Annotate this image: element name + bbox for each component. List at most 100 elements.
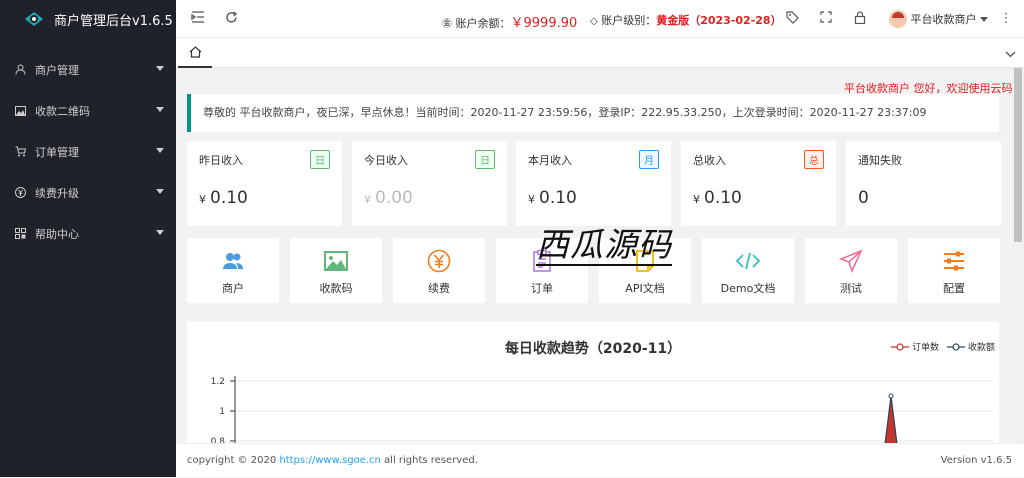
- sidebar-item-qrcode[interactable]: 收款二维码: [0, 90, 176, 131]
- balance-value: ￥9999.90: [510, 16, 578, 31]
- sliders-icon: [944, 251, 964, 271]
- y-tick-label: 1.2: [211, 377, 225, 387]
- more-vertical-icon[interactable]: ⋮: [998, 11, 1014, 27]
- stat-card-month: 本月收入 月 ¥0.10: [516, 141, 671, 226]
- vertical-scrollbar[interactable]: [1012, 68, 1024, 443]
- avatar: [889, 10, 907, 28]
- tab-dropdown-chevron-icon[interactable]: [1005, 47, 1016, 61]
- user-icon: [14, 64, 26, 76]
- menu-collapse-icon[interactable]: [190, 11, 206, 27]
- code-icon: [736, 252, 760, 270]
- main-content: 平台收款商户 您好，欢迎使用云码 尊敬的 平台收款商户，夜已深，早点休息！当前时…: [176, 68, 1012, 443]
- scrollbar-thumb[interactable]: [1014, 68, 1022, 242]
- help-grid-icon: [14, 228, 26, 240]
- user-name: 平台收款商户: [910, 13, 977, 26]
- currency-symbol: ¥: [693, 193, 700, 206]
- card-value: ¥0.10: [199, 188, 248, 208]
- quick-link-label: 配置: [943, 282, 965, 295]
- sidebar-item-label: 续费升级: [35, 186, 79, 200]
- card-amount: 0.10: [704, 188, 742, 208]
- lock-icon[interactable]: [852, 11, 868, 27]
- footer: copyright © 2020 https://www.sgoe.cn all…: [176, 443, 1024, 477]
- footer-link[interactable]: https://www.sgoe.cn: [279, 455, 380, 466]
- quick-link-label: 商户: [222, 282, 244, 295]
- caret-down-icon: [980, 16, 988, 22]
- app-logo[interactable]: 商户管理后台v1.6.5: [0, 0, 176, 38]
- image-icon: [14, 105, 26, 117]
- quick-link-demo-docs[interactable]: Demo文档: [702, 238, 794, 303]
- quick-link-test[interactable]: 测试: [805, 238, 897, 303]
- top-bar: ㊎ 账户余额：￥9999.90 ◇ 账户级别：黄金版（2023-02-28） 平…: [176, 0, 1024, 38]
- quick-link-label: Demo文档: [720, 282, 776, 295]
- quick-link-renew[interactable]: 续费: [393, 238, 485, 303]
- user-menu[interactable]: 平台收款商户: [889, 10, 988, 28]
- data-point[interactable]: [888, 393, 894, 399]
- home-icon: [189, 46, 201, 58]
- stat-card-today: 今日收入 日 ¥0.00: [352, 141, 507, 226]
- sidebar: 商户管理后台v1.6.5 商户管理 收款二维码 订单管理 续费升级 帮助中心: [0, 0, 176, 477]
- sidebar-item-label: 订单管理: [35, 145, 79, 159]
- card-badge: 月: [639, 150, 659, 169]
- card-badge: 日: [475, 150, 495, 169]
- stat-card-total: 总收入 总 ¥0.10: [681, 141, 836, 226]
- sidebar-item-label: 商户管理: [35, 63, 79, 77]
- quick-link-merchant[interactable]: 商户: [187, 238, 279, 303]
- yen-circle-icon: ㊎: [442, 19, 452, 30]
- chevron-down-icon: [156, 189, 164, 194]
- watermark: 西瓜源码: [536, 225, 672, 266]
- currency-symbol: ¥: [199, 193, 206, 206]
- rights-text: all rights reserved.: [380, 455, 478, 466]
- account-level: ◇ 账户级别：黄金版（2023-02-28）: [590, 12, 782, 28]
- tab-bar: [176, 38, 1024, 68]
- card-title: 今日收入: [364, 154, 408, 167]
- card-value: ¥0.00: [364, 188, 413, 208]
- daily-trend-chart: 每日收款趋势（2020-11） 订单数 收款额 1.2 1 0.8: [187, 322, 999, 443]
- card-value: ¥0.10: [693, 188, 742, 208]
- chevron-down-icon: [156, 66, 164, 71]
- sidebar-item-renew[interactable]: 续费升级: [0, 172, 176, 213]
- quick-link-label: 续费: [428, 282, 450, 295]
- card-badge: 总: [804, 150, 824, 169]
- quick-link-qrcode[interactable]: 收款码: [290, 238, 382, 303]
- users-icon: [223, 253, 243, 269]
- app-title: 商户管理后台v1.6.5: [54, 13, 173, 29]
- chevron-down-icon: [156, 230, 164, 235]
- card-value: 0: [858, 188, 869, 208]
- tab-home[interactable]: [178, 38, 212, 68]
- card-amount: 0.10: [210, 188, 248, 208]
- currency-symbol: ¥: [528, 193, 535, 206]
- series-peak: [884, 395, 898, 443]
- stat-card-yesterday: 昨日收入 日 ¥0.10: [187, 141, 342, 226]
- yen-circle-icon: [14, 187, 26, 199]
- picture-icon: [324, 251, 348, 271]
- card-badge: 日: [310, 150, 330, 169]
- card-amount: 0.00: [375, 188, 413, 208]
- card-title: 通知失败: [858, 154, 902, 167]
- sidebar-item-merchant[interactable]: 商户管理: [0, 49, 176, 90]
- chart-plot-area: 1.210.8: [211, 376, 993, 443]
- currency-symbol: ¥: [364, 193, 371, 206]
- sidebar-item-label: 帮助中心: [35, 227, 79, 241]
- card-title: 昨日收入: [199, 154, 243, 167]
- y-tick-label: 1: [219, 407, 225, 417]
- chevron-down-icon: [156, 148, 164, 153]
- yen-circle-icon: [427, 249, 451, 273]
- paper-plane-icon: [839, 249, 863, 273]
- tag-icon[interactable]: [784, 11, 800, 27]
- card-amount: 0.10: [539, 188, 577, 208]
- quick-link-label: 订单: [531, 282, 553, 295]
- fullscreen-icon[interactable]: [818, 11, 834, 27]
- quick-link-settings[interactable]: 配置: [908, 238, 1000, 303]
- quick-link-label: API文档: [625, 282, 665, 295]
- chevron-down-icon: [156, 107, 164, 112]
- diamond-icon: ◇: [590, 16, 598, 27]
- stat-card-notify-failed: 通知失败 0: [846, 141, 1001, 226]
- card-title: 本月收入: [528, 154, 572, 167]
- refresh-icon[interactable]: [223, 11, 239, 27]
- balance-label: 账户余额：: [455, 17, 511, 30]
- cart-icon: [14, 146, 26, 158]
- account-balance: ㊎ 账户余额：￥9999.90: [442, 12, 577, 31]
- sidebar-item-orders[interactable]: 订单管理: [0, 131, 176, 172]
- sidebar-item-help[interactable]: 帮助中心: [0, 213, 176, 254]
- card-amount: 0: [858, 188, 869, 208]
